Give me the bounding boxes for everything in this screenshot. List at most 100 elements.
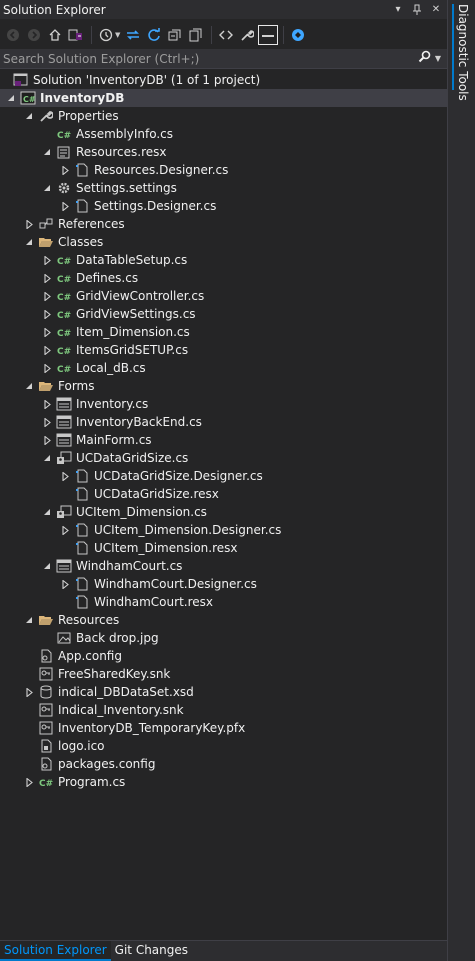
- tree-item[interactable]: UCItem_Dimension.resx: [0, 539, 447, 557]
- collapsed-arrow-icon[interactable]: [23, 683, 35, 701]
- tree-item[interactable]: References: [0, 215, 447, 233]
- pin-icon[interactable]: [409, 2, 425, 18]
- sync-with-active-document-icon[interactable]: [123, 25, 143, 45]
- collapsed-arrow-icon[interactable]: [41, 269, 53, 287]
- tree-item[interactable]: FreeSharedKey.snk: [0, 665, 447, 683]
- show-all-files-icon[interactable]: [186, 25, 206, 45]
- preview-selected-items-icon[interactable]: [258, 25, 279, 45]
- tree-item[interactable]: Settings.Designer.cs: [0, 197, 447, 215]
- view-code-icon[interactable]: [216, 25, 236, 45]
- tree-item[interactable]: Forms: [0, 377, 447, 395]
- tree-item[interactable]: C# Defines.cs: [0, 269, 447, 287]
- chevron-down-icon[interactable]: ▼: [115, 31, 120, 39]
- solution-explorer-panel: Solution Explorer ▾ ✕ ▼ Search Solution …: [0, 0, 447, 961]
- search-options-chevron-down-icon[interactable]: ▼: [435, 54, 441, 63]
- tree-item[interactable]: UCDataGridSize.resx: [0, 485, 447, 503]
- tree-item[interactable]: UCItem_Dimension.Designer.cs: [0, 521, 447, 539]
- tree-item[interactable]: Solution 'InventoryDB' (1 of 1 project): [0, 71, 447, 89]
- collapsed-arrow-icon[interactable]: [41, 341, 53, 359]
- tree-item[interactable]: WindhamCourt.Designer.cs: [0, 575, 447, 593]
- expanded-arrow-icon[interactable]: [23, 233, 35, 251]
- tree-item[interactable]: Settings.settings: [0, 179, 447, 197]
- tree-item-label: Resources.Designer.cs: [94, 163, 229, 177]
- back-icon[interactable]: [3, 25, 23, 45]
- home-icon[interactable]: [45, 25, 65, 45]
- tree-item[interactable]: Indical_Inventory.snk: [0, 701, 447, 719]
- expanded-arrow-icon[interactable]: [41, 557, 53, 575]
- collapsed-arrow-icon[interactable]: [41, 431, 53, 449]
- tree-item[interactable]: UCDataGridSize.Designer.cs: [0, 467, 447, 485]
- tree-item[interactable]: WindhamCourt.cs: [0, 557, 447, 575]
- collapsed-arrow-icon[interactable]: [23, 215, 35, 233]
- expanded-arrow-icon[interactable]: [5, 89, 17, 107]
- tree-item[interactable]: C# AssemblyInfo.cs: [0, 125, 447, 143]
- collapse-all-icon[interactable]: [165, 25, 185, 45]
- config-file-icon: [38, 648, 54, 664]
- pending-changes-filter-icon[interactable]: [96, 25, 116, 45]
- svg-text:C#: C#: [57, 311, 71, 321]
- tree-item[interactable]: indical_DBDataSet.xsd: [0, 683, 447, 701]
- tree-item[interactable]: packages.config: [0, 755, 447, 773]
- collapsed-arrow-icon[interactable]: [41, 305, 53, 323]
- expanded-arrow-icon[interactable]: [41, 179, 53, 197]
- tree-item[interactable]: C# Item_Dimension.cs: [0, 323, 447, 341]
- tree-item[interactable]: Classes: [0, 233, 447, 251]
- expanded-arrow-icon[interactable]: [41, 449, 53, 467]
- expanded-arrow-icon[interactable]: [41, 143, 53, 161]
- collapsed-arrow-icon[interactable]: [59, 467, 71, 485]
- tree-item[interactable]: C# Local_dB.cs: [0, 359, 447, 377]
- designer-file-icon: [74, 540, 90, 556]
- expanded-arrow-icon[interactable]: [23, 611, 35, 629]
- collapsed-arrow-icon[interactable]: [41, 251, 53, 269]
- tree-item[interactable]: C# GridViewSettings.cs: [0, 305, 447, 323]
- collapsed-arrow-icon[interactable]: [41, 413, 53, 431]
- switch-views-icon[interactable]: [66, 25, 86, 45]
- collapsed-arrow-icon[interactable]: [59, 575, 71, 593]
- collapsed-arrow-icon[interactable]: [41, 287, 53, 305]
- tree-item[interactable]: Resources: [0, 611, 447, 629]
- collapsed-arrow-icon[interactable]: [59, 197, 71, 215]
- tree-item[interactable]: MainForm.cs: [0, 431, 447, 449]
- tree-item[interactable]: WindhamCourt.resx: [0, 593, 447, 611]
- expanded-arrow-icon[interactable]: [41, 503, 53, 521]
- collapsed-arrow-icon[interactable]: [41, 395, 53, 413]
- bottom-tab-strip: Solution Explorer Git Changes: [0, 940, 447, 961]
- live-share-icon[interactable]: [288, 25, 308, 45]
- tree-item[interactable]: Properties: [0, 107, 447, 125]
- collapsed-arrow-icon[interactable]: [41, 359, 53, 377]
- tree-item[interactable]: InventoryBackEnd.cs: [0, 413, 447, 431]
- properties-wrench-icon[interactable]: [237, 25, 257, 45]
- tree-item[interactable]: C# ItemsGridSETUP.cs: [0, 341, 447, 359]
- expanded-arrow-icon[interactable]: [23, 107, 35, 125]
- window-position-dropdown-icon[interactable]: ▾: [390, 2, 406, 18]
- tree-item[interactable]: Inventory.cs: [0, 395, 447, 413]
- collapsed-arrow-icon[interactable]: [23, 773, 35, 791]
- tree-item[interactable]: Resources.resx: [0, 143, 447, 161]
- tab-solution-explorer[interactable]: Solution Explorer: [0, 941, 111, 961]
- tree-item[interactable]: App.config: [0, 647, 447, 665]
- tree-item-label: Back drop.jpg: [76, 631, 159, 645]
- tree-item[interactable]: UCDataGridSize.cs: [0, 449, 447, 467]
- refresh-icon[interactable]: [144, 25, 164, 45]
- search-input[interactable]: [0, 49, 418, 68]
- forward-icon[interactable]: [24, 25, 44, 45]
- tree-item[interactable]: C# GridViewController.cs: [0, 287, 447, 305]
- collapsed-arrow-icon[interactable]: [41, 323, 53, 341]
- tree-item[interactable]: logo.ico: [0, 737, 447, 755]
- close-icon[interactable]: ✕: [428, 2, 444, 18]
- tab-diagnostic-tools[interactable]: Diagnostic Tools: [452, 4, 472, 101]
- tree-item[interactable]: Back drop.jpg: [0, 629, 447, 647]
- csharp-file-icon: C#: [56, 270, 72, 286]
- expanded-arrow-icon[interactable]: [23, 377, 35, 395]
- tree-item[interactable]: C# Program.cs: [0, 773, 447, 791]
- tree-item[interactable]: UCItem_Dimension.cs: [0, 503, 447, 521]
- tree-item[interactable]: Resources.Designer.cs: [0, 161, 447, 179]
- collapsed-arrow-icon[interactable]: [59, 521, 71, 539]
- tree-item[interactable]: C# DataTableSetup.cs: [0, 251, 447, 269]
- tree-item[interactable]: C# InventoryDB: [0, 89, 447, 107]
- collapsed-arrow-icon[interactable]: [59, 161, 71, 179]
- tab-git-changes[interactable]: Git Changes: [111, 941, 192, 961]
- tree-item-label: Indical_Inventory.snk: [58, 703, 184, 717]
- tree-item[interactable]: InventoryDB_TemporaryKey.pfx: [0, 719, 447, 737]
- search-icon[interactable]: [418, 50, 432, 67]
